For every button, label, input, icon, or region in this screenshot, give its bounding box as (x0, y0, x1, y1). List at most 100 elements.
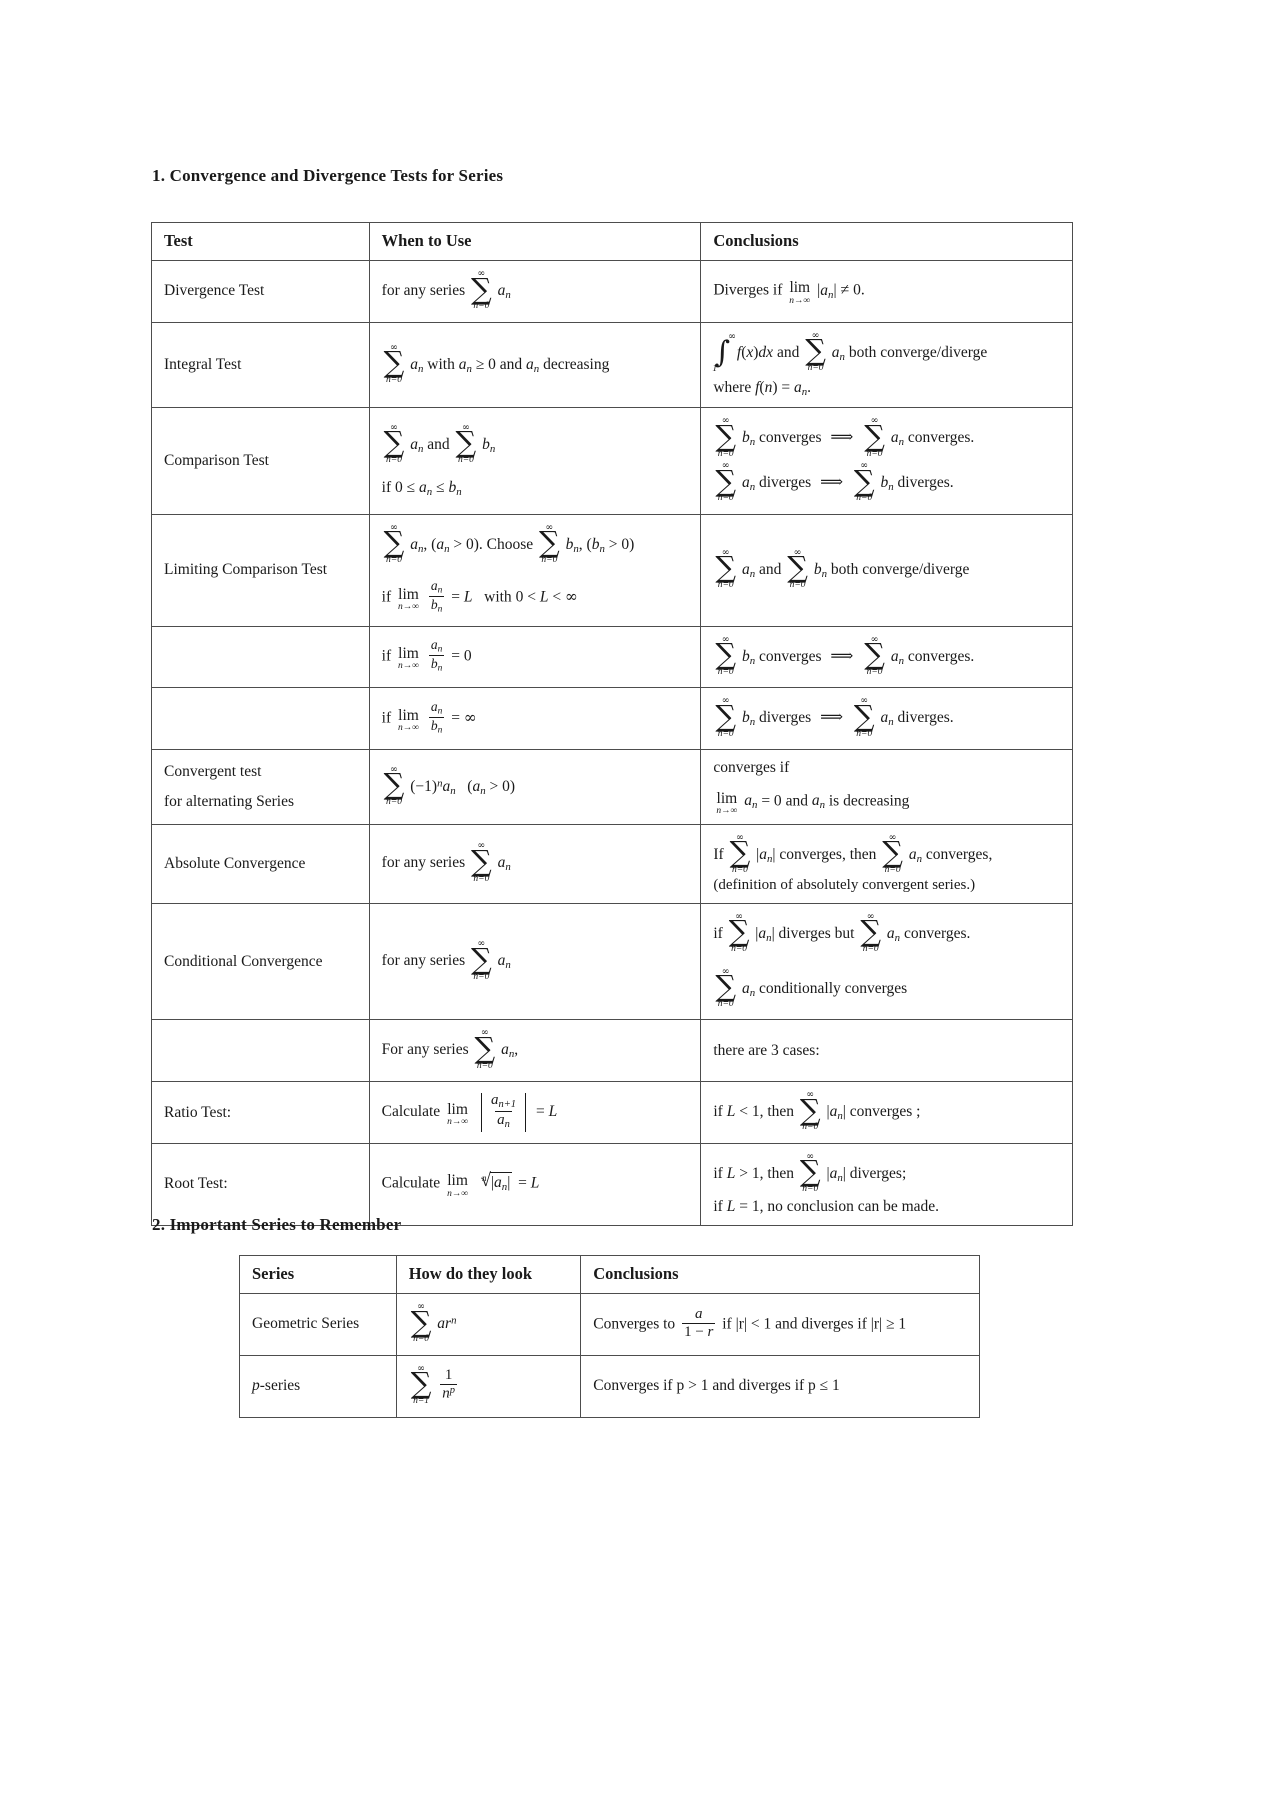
text-and: and (785, 792, 808, 810)
header-when-to-use: When to Use (368, 222, 702, 261)
table-row: Divergence Test for any series ∞ ∑ n=0 a… (151, 260, 1073, 323)
implies-arrow: ⟹ (820, 709, 844, 727)
text-diverges-semicolon: diverges; (849, 1164, 907, 1182)
table-row: Conditional Convergence for any series ∞… (151, 902, 1073, 1021)
cell-test-name: Integral Test (151, 321, 370, 409)
text-diverges: diverges (758, 709, 812, 727)
text-calculate: Calculate (381, 1174, 441, 1192)
text-diverges-period: diverges. (897, 709, 954, 727)
integral-symbol: ∞ ∫ 1 (712, 330, 736, 375)
text-choose: Choose (486, 535, 534, 553)
summation-symbol: ∞ ∑ n=0 (474, 1027, 496, 1071)
cell-test-name-empty (151, 687, 370, 751)
summation-symbol: ∞ ∑ n=0 (864, 415, 885, 459)
summation-symbol: ∞ ∑ n=0 (728, 910, 750, 955)
cell-test-name: Limiting Comparison Test (151, 513, 370, 627)
header-conclusions: Conclusions (700, 222, 1073, 261)
header-series: Series (239, 1255, 397, 1294)
text-converges-comma2: converges, (925, 845, 993, 863)
summation-symbol: ∞ ∑ n=0 (860, 910, 882, 955)
limit-operator: lim n→∞ (716, 789, 738, 817)
cell-test-name: Comparison Test (151, 407, 370, 515)
text-definition-note: (definition of absolutely convergent ser… (713, 876, 976, 893)
limit-operator: lim n→∞ (789, 279, 811, 306)
text-if: if (381, 478, 392, 496)
summation-symbol: ∞ ∑ n=0 (383, 763, 405, 807)
summation-symbol: ∞ ∑ n=0 (799, 1150, 821, 1195)
table-header-row: Series How do they look Conclusions (239, 1255, 980, 1294)
summation-symbol: ∞ ∑ n=0 (383, 341, 405, 385)
section-1-heading: 1. Convergence and Divergence Tests for … (152, 166, 504, 185)
cell-when-to-use: Calculate lim n→∞ n √ |an| = L (368, 1142, 702, 1226)
table-row: Integral Test ∞ ∑ n=0 an with an ≥ 0 and (151, 321, 1073, 409)
cell-test-name: Root Test: (151, 1142, 370, 1226)
summation-symbol: ∞ ∑ n=0 (410, 1301, 432, 1345)
summation-symbol: ∞ ∑ n=0 (715, 633, 737, 677)
table-row: Ratio Test: Calculate lim n→∞ an+1 an = … (151, 1081, 1073, 1144)
cell-when-to-use: if lim n→∞ an bn = 0 (368, 625, 702, 689)
text-with: with (427, 355, 455, 373)
cell-test-name: Ratio Test: (151, 1081, 370, 1144)
summation-symbol: ∞ ∑ n=0 (715, 546, 737, 591)
cell-when-to-use: ∞ ∑ n=0 an and ∞ ∑ n=0 bn if 0 ≤ an ≤ bn (368, 407, 702, 515)
cell-when-to-use: if lim n→∞ an bn = ∞ (368, 687, 702, 751)
text-both-converge-diverge: both converge/diverge (848, 343, 988, 361)
text-converges-period: converges. (903, 924, 971, 942)
cell-test-name: Absolute Convergence (151, 823, 370, 904)
text-if-abs-r-condition: if |r| < 1 and diverges if |r| ≥ 1 (722, 1314, 907, 1332)
label-convergent-test: Convergent test (164, 763, 262, 781)
cell-conclusion: If ∞ ∑ n=0 |an| converges, then ∞ ∑ n=0 (700, 823, 1073, 904)
text-where: where (713, 378, 752, 396)
nth-root-symbol: n √ |an| (480, 1170, 513, 1194)
text-converges: converges (758, 647, 822, 665)
fraction-a-over-1-minus-r: a 1 − r (682, 1305, 716, 1340)
text-diverges-if: Diverges if (713, 281, 783, 299)
summation-symbol: ∞ ∑ n=0 (787, 546, 808, 591)
table-row: For any series ∞ ∑ n=0 an, there are 3 c… (151, 1019, 1073, 1083)
summation-symbol: ∞ ∑ n=0 (864, 633, 885, 677)
cell-test-name: Divergence Test (151, 260, 370, 323)
cell-test-name-empty (151, 625, 370, 689)
table-row: Geometric Series ∞ ∑ n=0 arn Converges t… (239, 1293, 980, 1356)
text-converges-period: converges. (907, 429, 975, 447)
summation-symbol: ∞ ∑ n=0 (383, 521, 405, 566)
text-is-decreasing: is decreasing (828, 792, 910, 810)
fraction-an-over-bn: an bn (428, 636, 445, 675)
summation-symbol: ∞ ∑ n=0 (471, 268, 492, 312)
leq-symbol: ≤ (436, 478, 445, 496)
cell-when-to-use: for any series ∞ ∑ n=0 an (368, 823, 702, 904)
document-page: 1. Convergence and Divergence Tests for … (0, 0, 1280, 1811)
text-if: if (381, 709, 392, 727)
summation-symbol: ∞ ∑ n=0 (715, 460, 737, 504)
limit-operator: lim n→∞ (398, 706, 420, 734)
header-test: Test (151, 222, 370, 261)
summation-symbol: ∞ ∑ n=0 (471, 938, 492, 982)
cell-conclusion: ∞ ∑ n=0 bn diverges ⟹ ∞ ∑ n=0 an diverge… (700, 687, 1073, 751)
cell-series-name: Geometric Series (239, 1293, 397, 1356)
cell-conclusion: ∞ ∫ 1 f(x)dx and ∞ ∑ n=0 an both converg… (700, 321, 1073, 409)
summation-symbol: ∞ ∑ n=0 (539, 521, 560, 566)
text-then: then (767, 1164, 795, 1182)
text-no-conclusion: no conclusion can be made. (767, 1197, 940, 1215)
cell-conclusion: Diverges if lim n→∞ |an| ≠ 0. (700, 260, 1073, 323)
text-diverges-period: diverges. (897, 473, 954, 491)
geq-symbol: ≥ (475, 355, 485, 373)
text-if: if (713, 1103, 723, 1121)
summation-symbol: ∞ ∑ n=0 (882, 831, 903, 876)
implies-arrow: ⟹ (830, 647, 854, 665)
table-row: p-series ∞ ∑ n=1 1 np Converges if p > 1… (239, 1354, 980, 1418)
text-if: if (713, 1164, 723, 1182)
text-then: then (767, 1103, 795, 1121)
text-converges-period: converges. (907, 647, 975, 665)
table-row: Convergent test for alternating Series ∞… (151, 749, 1073, 825)
summation-symbol: ∞ ∑ n=1 (410, 1362, 432, 1407)
cell-series-conclusion: Converges if p > 1 and diverges if p ≤ 1 (580, 1354, 980, 1418)
table-header-row: Test When to Use Conclusions (151, 222, 1073, 261)
text-conditionally-converges: conditionally converges (758, 979, 908, 997)
cell-conclusion: ∞ ∑ n=0 an and ∞ ∑ n=0 bn both converge/… (700, 513, 1073, 627)
text-converges-comma: converges, (779, 845, 846, 863)
text-converges-if: converges if (713, 759, 790, 777)
text-for-any-series-capital: For any series (381, 1041, 469, 1059)
summation-symbol: ∞ ∑ n=0 (853, 695, 875, 739)
summation-symbol: ∞ ∑ n=0 (471, 840, 492, 884)
